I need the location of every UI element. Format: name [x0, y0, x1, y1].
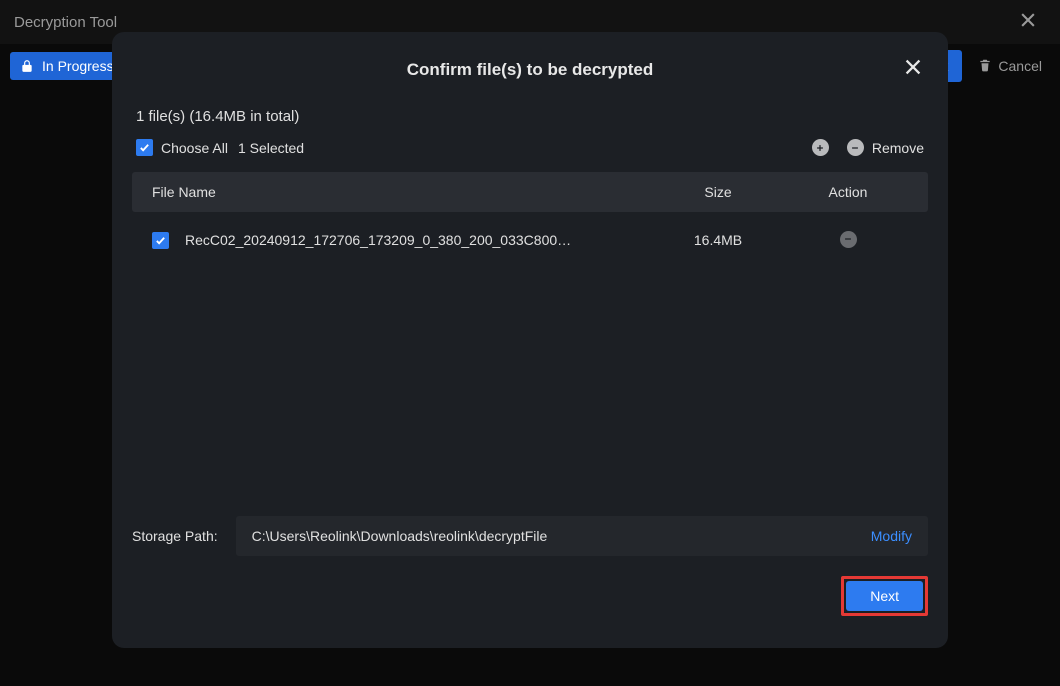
plus-icon	[815, 143, 825, 153]
modal-header: Confirm file(s) to be decrypted	[112, 32, 948, 108]
column-header-action: Action	[788, 184, 908, 200]
next-button[interactable]: Next	[846, 581, 923, 611]
add-button[interactable]	[812, 139, 829, 156]
button-label: Next	[870, 588, 899, 604]
choose-all-checkbox[interactable]	[136, 139, 153, 156]
next-row: Next	[132, 576, 928, 616]
cell-action	[788, 231, 908, 250]
storage-row: Storage Path: C:\Users\Reolink\Downloads…	[132, 516, 928, 556]
minus-icon	[843, 234, 853, 244]
file-name: RecC02_20240912_172706_173209_0_380_200_…	[185, 232, 571, 248]
table-row: RecC02_20240912_172706_173209_0_380_200_…	[132, 212, 928, 268]
row-checkbox[interactable]	[152, 232, 169, 249]
modal-title: Confirm file(s) to be decrypted	[407, 60, 654, 80]
row-remove-button[interactable]	[840, 231, 857, 248]
cell-size: 16.4MB	[648, 232, 788, 248]
file-summary: 1 file(s) (16.4MB in total)	[132, 108, 928, 125]
file-table: File Name Size Action RecC02_20240912_17…	[132, 172, 928, 268]
storage-path-label: Storage Path:	[132, 528, 218, 544]
close-icon	[902, 56, 924, 78]
cell-name: RecC02_20240912_172706_173209_0_380_200_…	[152, 232, 648, 249]
remove-button[interactable]: Remove	[847, 139, 924, 156]
controls-row: Choose All 1 Selected Remove	[132, 139, 928, 156]
storage-path-field: C:\Users\Reolink\Downloads\reolink\decry…	[236, 516, 928, 556]
column-header-name: File Name	[152, 184, 648, 200]
check-icon	[155, 235, 166, 246]
check-icon	[139, 142, 150, 153]
storage-path-value: C:\Users\Reolink\Downloads\reolink\decry…	[252, 528, 871, 544]
next-highlight: Next	[841, 576, 928, 616]
confirm-decrypt-modal: Confirm file(s) to be decrypted 1 file(s…	[112, 32, 948, 648]
table-header: File Name Size Action	[132, 172, 928, 212]
modal-footer: Storage Path: C:\Users\Reolink\Downloads…	[112, 516, 948, 648]
column-header-size: Size	[648, 184, 788, 200]
remove-label: Remove	[872, 140, 924, 156]
minus-icon	[850, 143, 860, 153]
choose-all-label: Choose All	[161, 140, 228, 156]
modify-path-button[interactable]: Modify	[871, 528, 912, 544]
remove-button-icon-wrap	[847, 139, 864, 156]
controls-right: Remove	[812, 139, 924, 156]
modal-body: 1 file(s) (16.4MB in total) Choose All 1…	[112, 108, 948, 516]
modal-overlay: Confirm file(s) to be decrypted 1 file(s…	[0, 0, 1060, 686]
modal-close-button[interactable]	[902, 56, 924, 82]
selected-count: 1 Selected	[238, 140, 304, 156]
